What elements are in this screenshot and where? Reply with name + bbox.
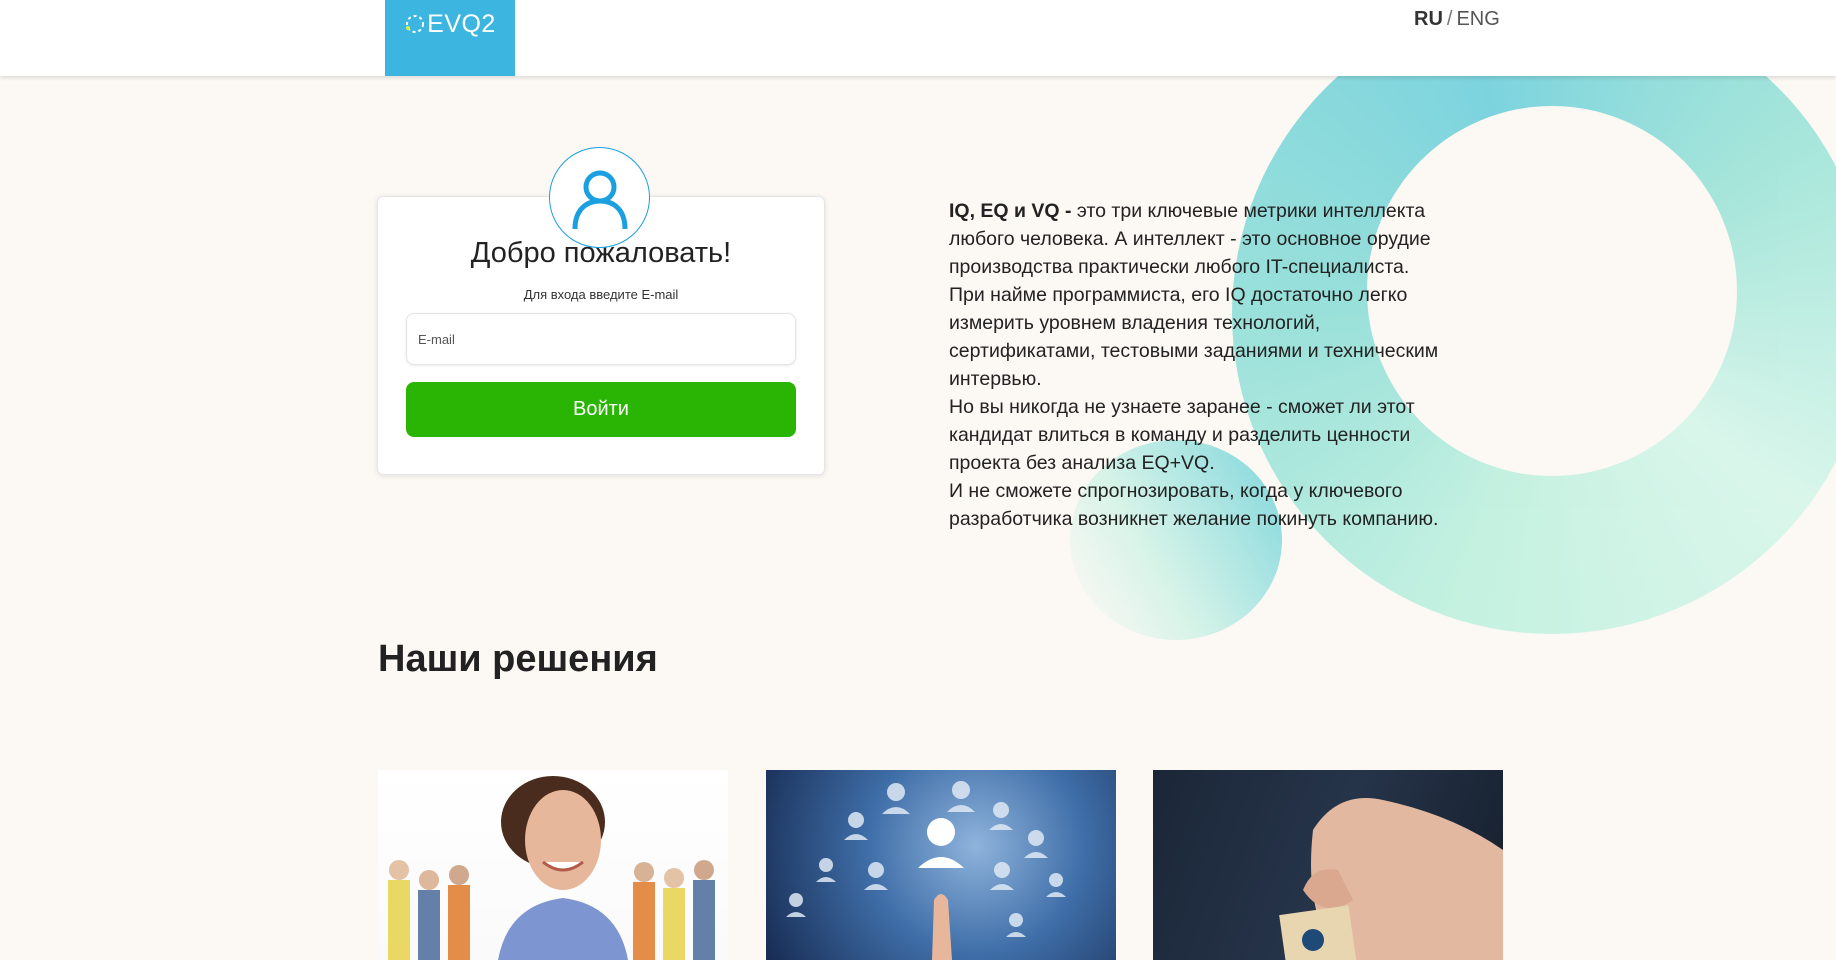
logo: EVQ2 <box>404 10 496 39</box>
info-paragraph-2: При найме программиста, его IQ достаточн… <box>949 284 1439 390</box>
login-subtitle: Для входа введите E-mail <box>523 287 679 302</box>
info-paragraph-1: IQ, EQ и VQ - это три ключевые метрики и… <box>949 197 1469 281</box>
language-switcher: RU / ENG <box>1414 8 1500 31</box>
user-avatar <box>549 147 650 248</box>
info-paragraph-4: И не сможете спрогнозировать, когда у кл… <box>949 480 1439 530</box>
solution-tile-hr[interactable] <box>378 770 728 960</box>
email-input[interactable] <box>406 313 796 365</box>
logo-ring-icon <box>406 15 425 33</box>
user-icon <box>572 170 627 229</box>
info-paragraph-3: Но вы никогда не узнаете заранее - сможе… <box>949 396 1415 474</box>
hand-with-cube-photo <box>1279 798 1503 960</box>
people-network-photo <box>786 781 1066 960</box>
solution-tile-cube[interactable] <box>1153 770 1503 960</box>
site-header: EVQ2 RU / ENG <box>0 0 1836 76</box>
solutions-title: Наши решения <box>378 638 658 680</box>
login-button[interactable]: Войти <box>406 382 796 437</box>
smiling-woman-photo <box>388 776 715 960</box>
lang-ru-link[interactable]: RU <box>1414 8 1443 30</box>
lang-eng-link[interactable]: ENG <box>1456 8 1499 30</box>
solution-tile-network[interactable] <box>766 770 1116 960</box>
lang-separator: / <box>1446 8 1453 30</box>
logo-text: EVQ2 <box>427 9 496 38</box>
info-lead: IQ, EQ и VQ - <box>949 200 1077 222</box>
logo-link[interactable]: EVQ2 <box>385 0 515 76</box>
info-text: IQ, EQ и VQ - это три ключевые метрики и… <box>949 197 1469 533</box>
